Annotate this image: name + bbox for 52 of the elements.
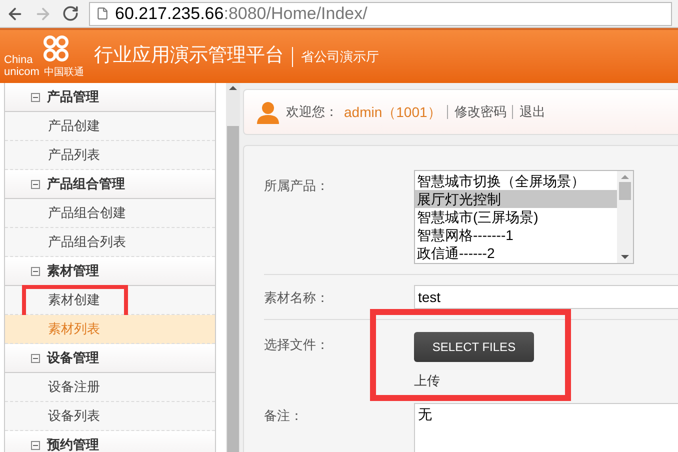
field-label: 选择文件： (264, 336, 330, 354)
upload-link[interactable]: 上传 (414, 371, 440, 390)
listbox-option[interactable]: 政信通------2 (415, 244, 617, 262)
user-icon (256, 100, 280, 124)
field-label: 备注： (264, 406, 304, 424)
group-label: 产品管理 (47, 88, 99, 106)
logo-text: China (4, 54, 33, 66)
sidebar-group-header[interactable]: 产品组合管理 (5, 170, 215, 199)
logo-chinese-text: 中国联通 (44, 68, 84, 78)
user-link[interactable]: 退出 (519, 102, 546, 122)
collapse-icon[interactable] (31, 92, 40, 102)
listbox-option[interactable]: 智慧城市(三屏场景) (415, 208, 617, 226)
page-icon (96, 7, 109, 20)
select-files-button[interactable]: SELECT FILES (414, 332, 534, 362)
sidebar-group-header[interactable]: 设备管理 (5, 344, 215, 373)
collapse-icon[interactable] (31, 440, 40, 450)
sidebar-item[interactable]: 产品组合创建 (5, 199, 215, 228)
field-label: 所属产品： (264, 177, 330, 195)
product-listbox[interactable]: 智慧城市切换（全屏场景） 展厅灯光控制 智慧城市(三屏场景) 智慧网格-------1 政信通------2 (414, 170, 634, 264)
listbox-option[interactable]: 展厅灯光控制 (415, 190, 617, 208)
sidebar-group-header[interactable]: 素材管理 (5, 257, 215, 286)
user-link[interactable]: 修改密码 (454, 102, 506, 122)
sidebar-item[interactable]: 设备注册 (5, 373, 215, 402)
listbox-option[interactable]: 智慧网格-------1 (415, 226, 617, 244)
collapse-icon[interactable] (31, 354, 40, 362)
app-subtitle: 省公司演示厅 (301, 48, 379, 66)
group-label: 素材管理 (47, 262, 99, 280)
scroll-thumb[interactable] (227, 126, 239, 452)
app-title: 行业应用演示管理平台 (94, 44, 284, 68)
sidebar-item[interactable]: 产品创建 (5, 112, 215, 141)
group-label: 设备管理 (47, 349, 99, 368)
collapse-icon[interactable] (31, 266, 40, 276)
sidebar-scrollbar[interactable] (226, 83, 240, 452)
scroll-up-icon[interactable] (229, 86, 237, 90)
name-input-field[interactable]: test (414, 285, 678, 309)
address-bar[interactable]: 60.217.235.66:8080/Home/Index/ (89, 2, 672, 26)
sidebar-group-header[interactable]: 产品管理 (5, 83, 215, 112)
listbox-option[interactable]: 智慧城市切换（全屏场景） (415, 172, 617, 190)
group-label: 预约管理 (47, 436, 99, 452)
sidebar-group-header[interactable]: 预约管理 (5, 431, 215, 452)
url-text: 60.217.235.66:8080/Home/Index/ (115, 2, 368, 25)
username-text: admin（1001） (344, 102, 442, 122)
group-label: 产品组合管理 (47, 175, 125, 194)
scroll-down-icon[interactable] (621, 255, 629, 259)
field-label: 素材名称： (264, 289, 330, 307)
scroll-thumb[interactable] (619, 182, 631, 200)
reload-icon[interactable] (62, 5, 79, 22)
logo-text: unicom (4, 66, 40, 78)
listbox-scrollbar[interactable] (617, 171, 633, 263)
greeting-text: 欢迎您： (286, 103, 338, 122)
collapse-icon[interactable] (31, 180, 40, 188)
remark-textarea[interactable]: 无 (414, 402, 678, 452)
